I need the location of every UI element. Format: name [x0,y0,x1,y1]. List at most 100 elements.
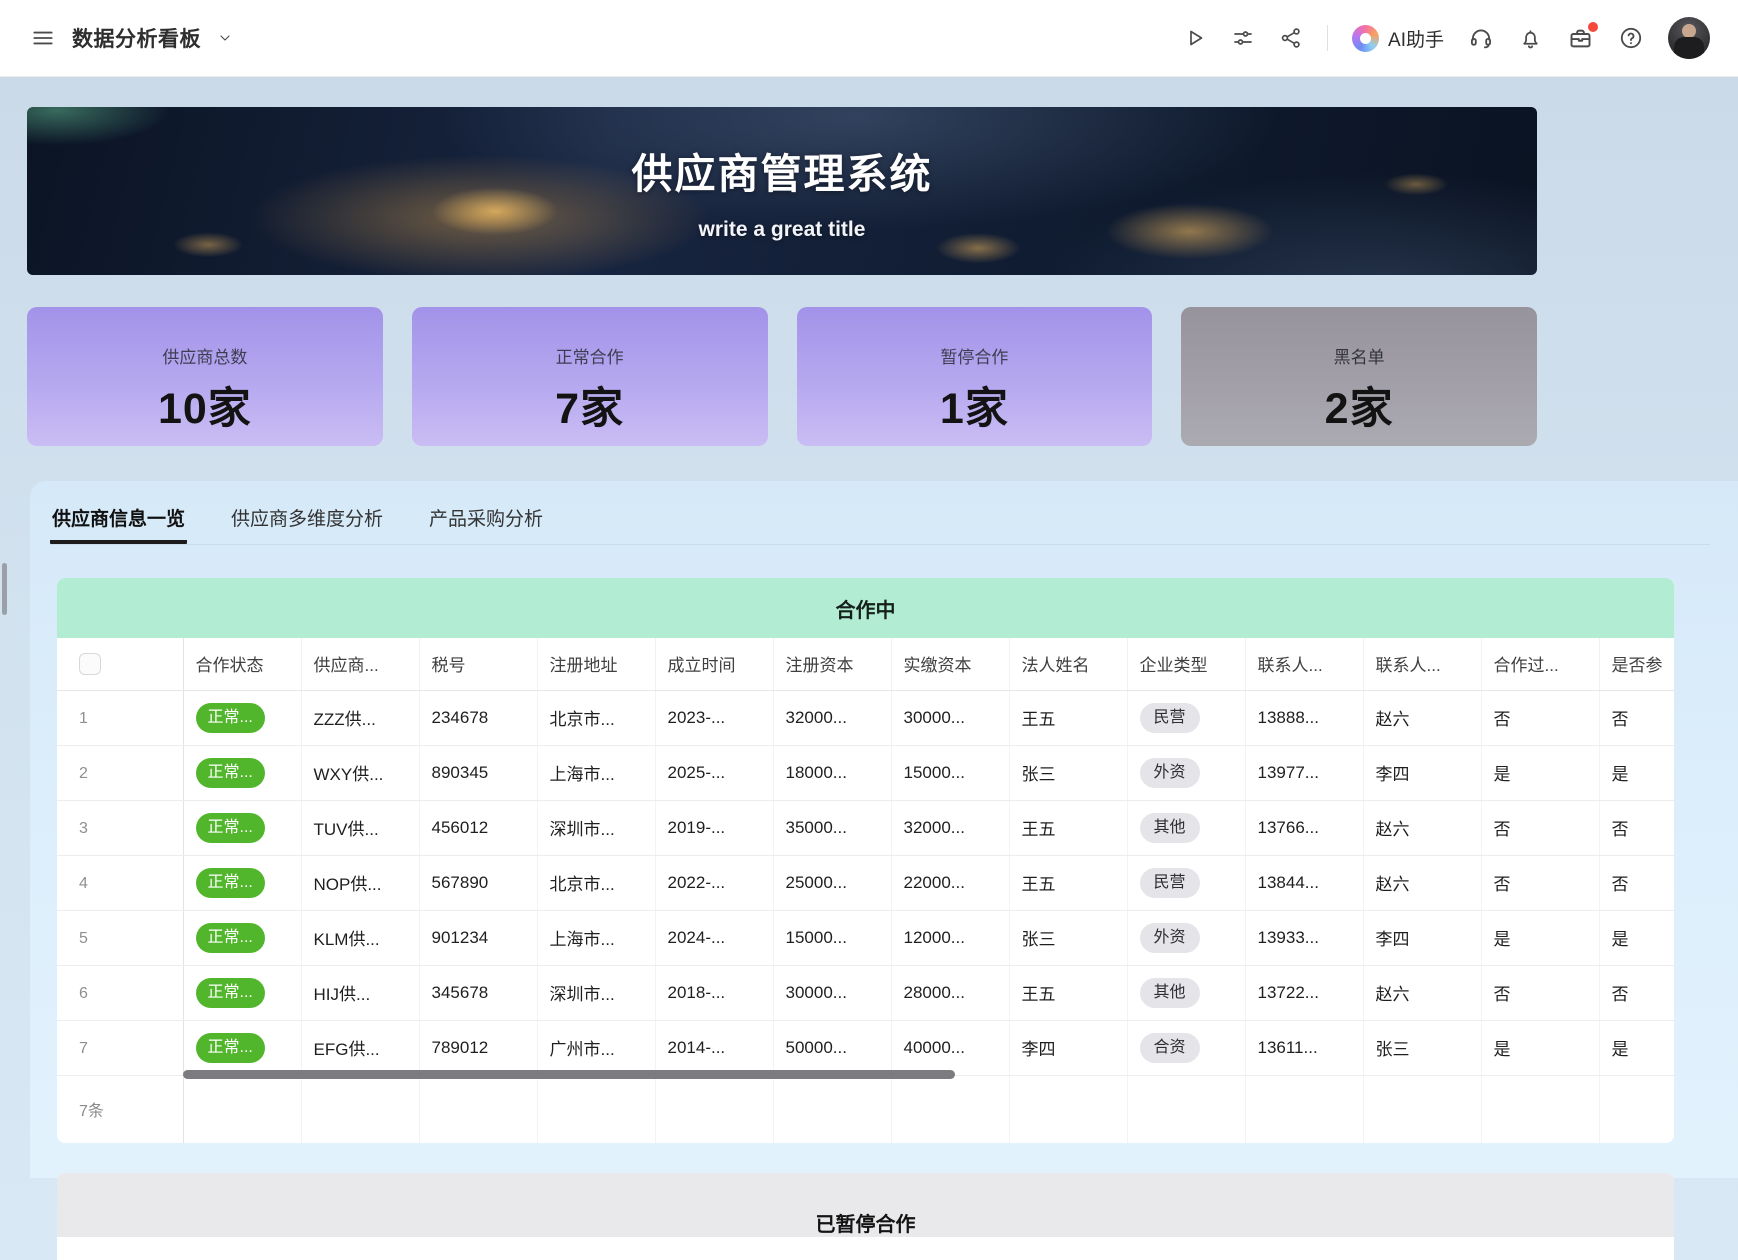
enterprise-type-cell: 合资 [1127,1020,1245,1075]
footer-cell [183,1075,301,1143]
table-header-row: 合作状态供应商...税号注册地址成立时间注册资本实缴资本法人姓名企业类型联系人.… [57,638,1674,690]
cell: 赵六 [1363,800,1481,855]
column-header[interactable]: 合作状态 [183,638,301,690]
inbox-icon[interactable] [1567,25,1594,52]
ai-assistant-button[interactable]: AI助手 [1352,25,1444,52]
type-badge: 民营 [1140,703,1200,733]
notification-badge [1588,22,1598,32]
row-number-cell: 6 [57,965,183,1020]
cell: 15000... [891,745,1009,800]
stat-value: 10家 [27,374,383,436]
stat-card-paused[interactable]: 暂停合作 1家 [797,307,1153,446]
ai-assistant-label: AI助手 [1388,25,1444,52]
help-icon[interactable] [1618,25,1644,51]
column-header[interactable]: 合作过... [1481,638,1599,690]
cell: 否 [1599,800,1674,855]
footer-cell [1481,1075,1599,1143]
chevron-down-icon[interactable] [217,30,233,46]
cell: 28000... [891,965,1009,1020]
type-badge: 其他 [1140,813,1200,843]
cell: 李四 [1009,1020,1127,1075]
cell: 赵六 [1363,855,1481,910]
table-row[interactable]: 5正常...KLM供...901234上海市...2024-...15000..… [57,910,1674,965]
section-title-text: 已暂停合作 [816,1190,916,1237]
footer-cell [301,1075,419,1143]
cell: 22000... [891,855,1009,910]
filter-settings-icon[interactable] [1231,26,1255,50]
play-icon[interactable] [1183,26,1207,50]
footer-cell [1599,1075,1674,1143]
section-title-active: 合作中 [57,578,1674,638]
tabs: 供应商信息一览 供应商多维度分析 产品采购分析 [50,501,1710,545]
select-all-checkbox[interactable] [79,653,101,675]
footer-cell [537,1075,655,1143]
enterprise-type-cell: 其他 [1127,965,1245,1020]
page-title: 数据分析看板 [72,23,201,53]
cell: 30000... [891,690,1009,745]
tab-supplier-overview[interactable]: 供应商信息一览 [50,501,187,544]
cell: 13888... [1245,690,1363,745]
cell: 13766... [1245,800,1363,855]
suspended-table-card: 已暂停合作 [57,1173,1674,1260]
horizontal-scrollbar[interactable] [183,1070,955,1079]
cell: WXY供... [301,745,419,800]
select-all-cell[interactable] [57,638,183,690]
stat-label: 正常合作 [412,343,768,368]
table-row[interactable]: 1正常...ZZZ供...234678北京市...2023-...32000..… [57,690,1674,745]
cell: 890345 [419,745,537,800]
column-header[interactable]: 供应商... [301,638,419,690]
row-number-cell: 2 [57,745,183,800]
menu-icon[interactable] [30,25,56,51]
table-row[interactable]: 4正常...NOP供...567890北京市...2022-...25000..… [57,855,1674,910]
share-icon[interactable] [1279,26,1303,50]
tab-supplier-analysis[interactable]: 供应商多维度分析 [229,501,385,544]
table-row[interactable]: 3正常...TUV供...456012深圳市...2019-...35000..… [57,800,1674,855]
cell: 13722... [1245,965,1363,1020]
cell: 否 [1599,855,1674,910]
cell: 50000... [773,1020,891,1075]
column-header[interactable]: 是否参 [1599,638,1674,690]
section-title-suspended: 已暂停合作 [57,1173,1674,1237]
cell: 否 [1481,690,1599,745]
enterprise-type-cell: 外资 [1127,745,1245,800]
column-header[interactable]: 联系人... [1363,638,1481,690]
status-cell: 正常... [183,855,301,910]
stat-label: 暂停合作 [797,343,1153,368]
footer-cell [891,1075,1009,1143]
table-row[interactable]: 6正常...HIJ供...345678深圳市...2018-...30000..… [57,965,1674,1020]
table-row[interactable]: 7正常...EFG供...789012广州市...2014-...50000..… [57,1020,1674,1075]
type-badge: 外资 [1140,758,1200,788]
table-row[interactable]: 2正常...WXY供...890345上海市...2025-...18000..… [57,745,1674,800]
cell: NOP供... [301,855,419,910]
vertical-scrollbar[interactable] [2,563,7,615]
column-header[interactable]: 成立时间 [655,638,773,690]
column-header[interactable]: 法人姓名 [1009,638,1127,690]
status-badge: 正常... [196,923,265,953]
ai-logo-icon [1352,25,1379,52]
cell: 234678 [419,690,537,745]
stat-card-blacklist[interactable]: 黑名单 2家 [1181,307,1537,446]
column-header[interactable]: 税号 [419,638,537,690]
cell: 深圳市... [537,965,655,1020]
type-badge: 外资 [1140,923,1200,953]
enterprise-type-cell: 民营 [1127,855,1245,910]
column-header[interactable]: 实缴资本 [891,638,1009,690]
bell-icon[interactable] [1518,26,1543,51]
status-badge: 正常... [196,1033,265,1063]
column-header[interactable]: 注册资本 [773,638,891,690]
dashboard-subtitle: write a great title [699,218,866,242]
stat-card-total[interactable]: 供应商总数 10家 [27,307,383,446]
stat-card-active[interactable]: 正常合作 7家 [412,307,768,446]
column-header[interactable]: 注册地址 [537,638,655,690]
avatar[interactable] [1668,17,1710,59]
tab-procurement-analysis[interactable]: 产品采购分析 [427,501,545,544]
cell: ZZZ供... [301,690,419,745]
app-root: 数据分析看板 AI助手 [0,0,1738,1260]
cell: 18000... [773,745,891,800]
cell: HIJ供... [301,965,419,1020]
headset-icon[interactable] [1468,25,1494,51]
cell: 否 [1481,965,1599,1020]
column-header[interactable]: 企业类型 [1127,638,1245,690]
column-header[interactable]: 联系人... [1245,638,1363,690]
status-badge: 正常... [196,758,265,788]
